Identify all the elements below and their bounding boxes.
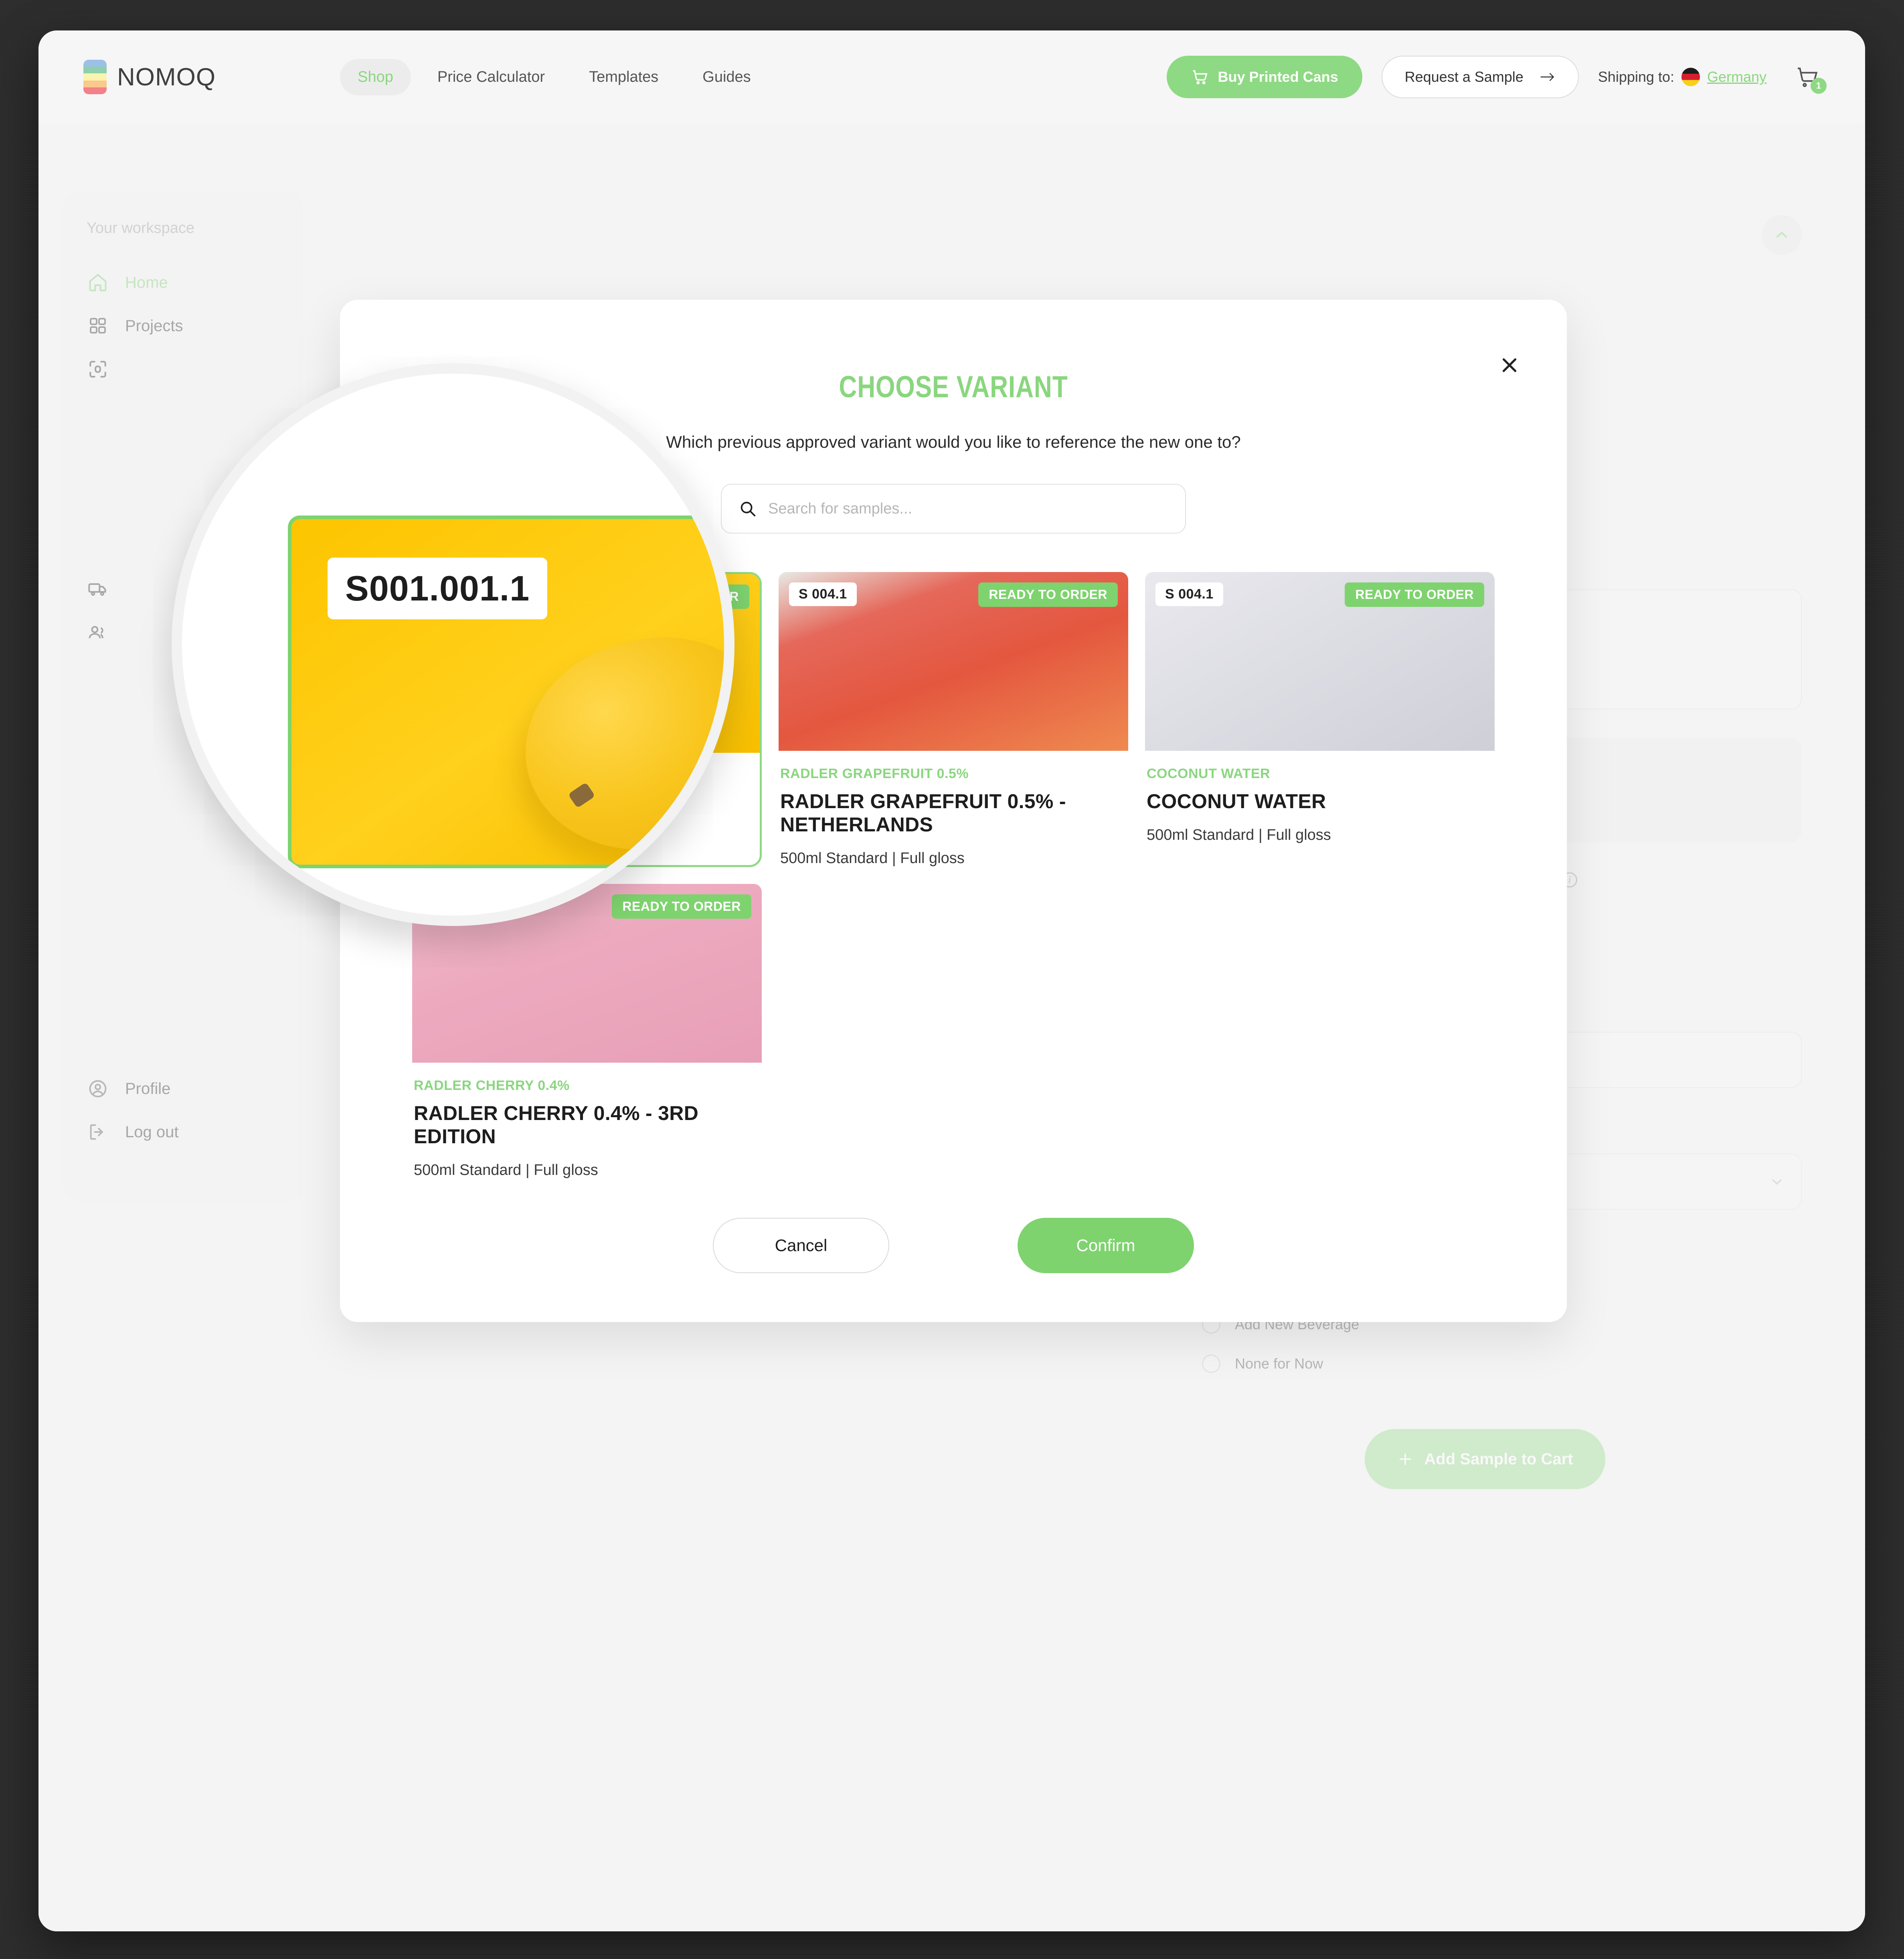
modal-action-row: Cancel Confirm bbox=[340, 1218, 1567, 1273]
variant-image-radler-grapefruit: S 004.1 READY TO ORDER bbox=[779, 572, 1128, 751]
nav-item-price-calculator[interactable]: Price Calculator bbox=[420, 59, 562, 95]
variant-title: RADLER GRAPEFRUIT 0.5% - NETHERLANDS bbox=[780, 790, 1066, 836]
variant-meta: 500ml Standard | Full gloss bbox=[780, 850, 965, 867]
can-logo-icon bbox=[83, 60, 107, 94]
shipping-country-link[interactable]: Germany bbox=[1707, 69, 1766, 85]
variant-kicker: RADLER GRAPEFRUIT 0.5% bbox=[780, 766, 969, 781]
desktop-background: NOMOQ Shop Price Calculator Templates Gu… bbox=[0, 0, 1904, 1959]
variant-card-coconut-water[interactable]: S 004.1 READY TO ORDER COCONUT WATER COC… bbox=[1145, 572, 1495, 867]
page-body: Your workspace Home Projects bbox=[38, 123, 1865, 1931]
brand-logo[interactable]: NOMOQ bbox=[83, 60, 216, 94]
modal-title: CHOOSE VARIANT bbox=[839, 370, 1068, 404]
arrow-right-icon bbox=[1540, 71, 1556, 83]
variant-code-badge: S 004.1 bbox=[789, 582, 857, 606]
cart-button[interactable]: 1 bbox=[1795, 64, 1827, 94]
variant-meta: 500ml Standard | Full gloss bbox=[414, 1162, 598, 1179]
buy-printed-cans-button[interactable]: Buy Printed Cans bbox=[1166, 56, 1362, 98]
variant-kicker: RADLER CHERRY 0.4% bbox=[414, 1078, 570, 1093]
variant-card-body: RADLER GRAPEFRUIT 0.5% RADLER GRAPEFRUIT… bbox=[779, 751, 1128, 867]
brand-name: NOMOQ bbox=[117, 63, 216, 91]
lemon-stem-icon bbox=[568, 782, 595, 809]
browser-window: NOMOQ Shop Price Calculator Templates Gu… bbox=[38, 30, 1865, 1931]
top-navigation-bar: NOMOQ Shop Price Calculator Templates Gu… bbox=[38, 30, 1865, 123]
variant-title: RADLER CHERRY 0.4% - 3RD EDITION bbox=[414, 1102, 699, 1148]
search-samples-field[interactable]: Search for samples... bbox=[721, 484, 1186, 534]
variant-status-badge: READY TO ORDER bbox=[612, 894, 751, 919]
variant-title: COCONUT WATER bbox=[1147, 790, 1326, 813]
confirm-button[interactable]: Confirm bbox=[1018, 1218, 1194, 1273]
variant-kicker: COCONUT WATER bbox=[1147, 766, 1271, 781]
magnified-variant-card: S001.001.1 bbox=[288, 516, 724, 868]
close-modal-button[interactable] bbox=[1495, 351, 1524, 379]
nav-item-guides[interactable]: Guides bbox=[685, 59, 768, 95]
shipping-label: Shipping to: bbox=[1598, 69, 1674, 85]
request-sample-button[interactable]: Request a Sample bbox=[1381, 56, 1579, 98]
nav-item-shop[interactable]: Shop bbox=[340, 59, 411, 95]
request-sample-label: Request a Sample bbox=[1404, 69, 1524, 85]
nav-item-templates[interactable]: Templates bbox=[571, 59, 676, 95]
variant-card-body: RADLER CHERRY 0.4% RADLER CHERRY 0.4% - … bbox=[412, 1063, 762, 1179]
variant-card-radler-cherry[interactable]: READY TO ORDER RADLER CHERRY 0.4% RADLER… bbox=[412, 884, 762, 1179]
variant-card-radler-grapefruit[interactable]: S 004.1 READY TO ORDER RADLER GRAPEFRUIT… bbox=[779, 572, 1128, 867]
magnified-variant-code: S001.001.1 bbox=[328, 558, 548, 619]
lemon-illustration bbox=[506, 617, 724, 865]
variant-code-badge: S 004.1 bbox=[1155, 582, 1223, 606]
variant-meta: 500ml Standard | Full gloss bbox=[1147, 827, 1331, 843]
cancel-button[interactable]: Cancel bbox=[713, 1218, 889, 1273]
close-icon bbox=[1498, 354, 1521, 377]
buy-printed-cans-label: Buy Printed Cans bbox=[1218, 69, 1338, 85]
germany-flag-icon bbox=[1681, 68, 1700, 86]
variant-card-body: COCONUT WATER COCONUT WATER 500ml Standa… bbox=[1145, 751, 1495, 844]
primary-nav: Shop Price Calculator Templates Guides bbox=[340, 59, 769, 95]
cart-icon bbox=[1191, 68, 1209, 86]
shipping-selector[interactable]: Shipping to: Germany bbox=[1598, 68, 1766, 86]
variant-image-coconut-water: S 004.1 READY TO ORDER bbox=[1145, 572, 1495, 751]
variant-status-badge: READY TO ORDER bbox=[1345, 582, 1484, 607]
search-placeholder: Search for samples... bbox=[768, 500, 913, 517]
magnifier-loupe: S001.001.1 bbox=[172, 363, 734, 926]
variant-status-badge: READY TO ORDER bbox=[978, 582, 1118, 607]
cart-count-badge: 1 bbox=[1811, 78, 1827, 94]
search-icon bbox=[739, 499, 757, 518]
nav-actions: Buy Printed Cans Request a Sample Shippi… bbox=[1166, 56, 1827, 98]
